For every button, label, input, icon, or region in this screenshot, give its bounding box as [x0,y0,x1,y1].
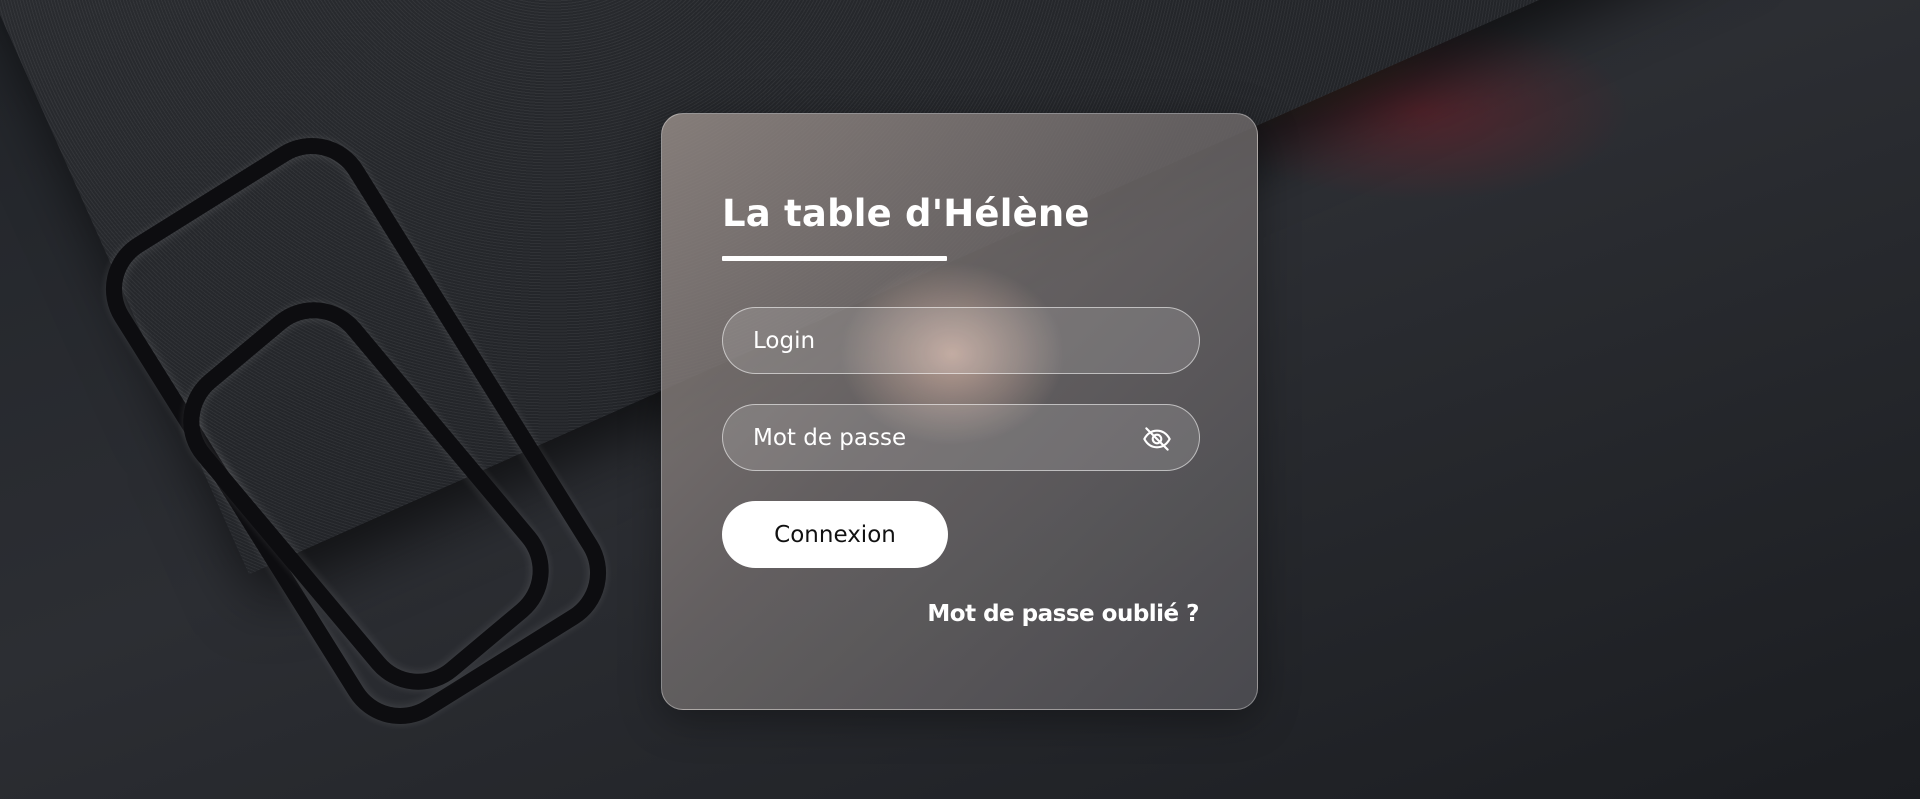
eye-slash-icon[interactable] [1141,423,1173,455]
page-title: La table d'Hélène [722,192,1090,235]
title-underline [722,256,947,261]
connexion-button[interactable]: Connexion [722,501,948,568]
password-field[interactable] [722,404,1200,471]
login-card: La table d'Hélène Connexion Mot de passe… [661,113,1258,710]
login-input[interactable] [723,308,1199,373]
login-field[interactable] [722,307,1200,374]
password-input[interactable] [723,405,1199,470]
forgot-password-link[interactable]: Mot de passe oublié ? [927,601,1199,627]
